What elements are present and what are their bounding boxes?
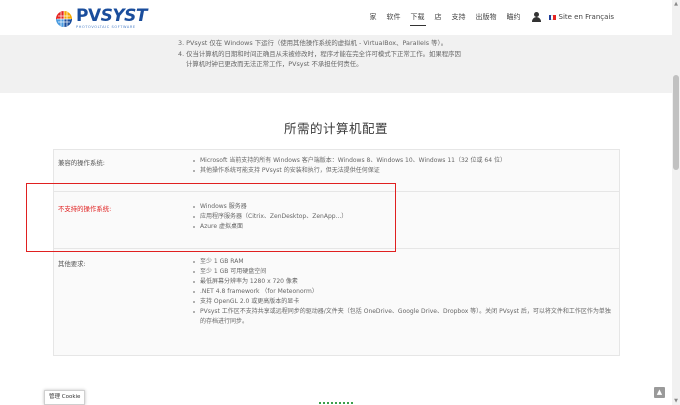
section-title: 所需的计算机配置 bbox=[283, 121, 388, 136]
pvsyst-logo[interactable]: PVSYST PHOTOVOLTAIC SOFTWARE bbox=[53, 6, 148, 32]
requirements-table: 兼容的操作系统: Microsoft 当前支持的所有 Windows 客户端版本… bbox=[53, 149, 620, 356]
list-item: PVsyst 工作区不支持共享或远程同步的驱动器/文件夹（包括 OneDrive… bbox=[193, 307, 613, 327]
nav-software[interactable]: 软件 bbox=[387, 12, 401, 22]
french-flag-icon bbox=[548, 14, 556, 20]
scroll-down-icon[interactable]: ▼ bbox=[672, 397, 680, 405]
note-line-4-cont: 计算机时钟已更改而无法正常工作，PVsyst 不承担任何责任。 bbox=[186, 60, 363, 68]
list-item: 其他操作系统可能支持 PVsyst 的安装和执行，但无法提供任何保证 bbox=[193, 166, 506, 176]
note-line-4: 4. 仅当计算机的日期和时间正确且从未被修改时，程序才能在完全许可模式下正常工作… bbox=[178, 49, 461, 58]
manage-cookie-button[interactable]: 管理 Cookie bbox=[44, 390, 86, 405]
list-item: 支持 OpenGL 2.0 或更高版本的显卡 bbox=[193, 297, 613, 307]
logo-mark-icon bbox=[53, 8, 75, 30]
page-scrollbar[interactable]: ▲ ▼ bbox=[672, 0, 680, 405]
list-item: 至少 1 GB 可用硬盘空间 bbox=[193, 267, 613, 277]
logo-pv: PV bbox=[76, 6, 101, 26]
nav-support[interactable]: 支持 bbox=[452, 12, 466, 22]
language-switch-link[interactable]: Site en Français bbox=[559, 13, 614, 21]
installation-notes: 3. PVsyst 仅在 Windows 下运行（使用其他操作系统的虚拟机 - … bbox=[178, 38, 461, 70]
scroll-thumb[interactable] bbox=[673, 75, 679, 170]
table-row-other-requirements: 其他要求: 至少 1 GB RAM 至少 1 GB 可用硬盘空间 最低屏幕分辨率… bbox=[53, 248, 620, 356]
nav-home[interactable]: 家 bbox=[370, 12, 377, 22]
highlight-annotation-box bbox=[26, 183, 396, 252]
row-label: 其他要求: bbox=[58, 260, 86, 268]
list-item: Microsoft 当前支持的所有 Windows 客户端版本：Windows … bbox=[193, 156, 506, 166]
main-nav: 家 软件 下载 店 支持 出版物 瞄约 Site en Français bbox=[360, 12, 614, 26]
note-line-3: 3. PVsyst 仅在 Windows 下运行（使用其他操作系统的虚拟机 - … bbox=[178, 39, 448, 47]
row-list: 至少 1 GB RAM 至少 1 GB 可用硬盘空间 最低屏幕分辨率为 1280… bbox=[193, 257, 613, 327]
scroll-up-icon[interactable]: ▲ bbox=[672, 0, 680, 8]
nav-shop[interactable]: 店 bbox=[435, 12, 442, 22]
row-list: Microsoft 当前支持的所有 Windows 客户端版本：Windows … bbox=[193, 156, 506, 176]
logo-tagline: PHOTOVOLTAIC SOFTWARE bbox=[76, 25, 136, 29]
user-icon[interactable] bbox=[531, 12, 541, 22]
nav-contact[interactable]: 瞄约 bbox=[507, 12, 521, 22]
logo-syst: SYST bbox=[100, 6, 148, 26]
row-label: 兼容的操作系统: bbox=[58, 159, 105, 167]
list-item: 最低屏幕分辨率为 1280 x 720 像素 bbox=[193, 277, 613, 287]
site-header: PVSYST PHOTOVOLTAIC SOFTWARE 家 软件 下载 店 支… bbox=[0, 0, 672, 35]
list-item: 至少 1 GB RAM bbox=[193, 257, 613, 267]
nav-download[interactable]: 下载 bbox=[409, 12, 426, 26]
chevron-up-icon[interactable]: ▲ bbox=[654, 387, 665, 398]
list-item: .NET 4.8 framework （for Meteonorm） bbox=[193, 287, 613, 297]
nav-publications[interactable]: 出版物 bbox=[476, 12, 497, 22]
